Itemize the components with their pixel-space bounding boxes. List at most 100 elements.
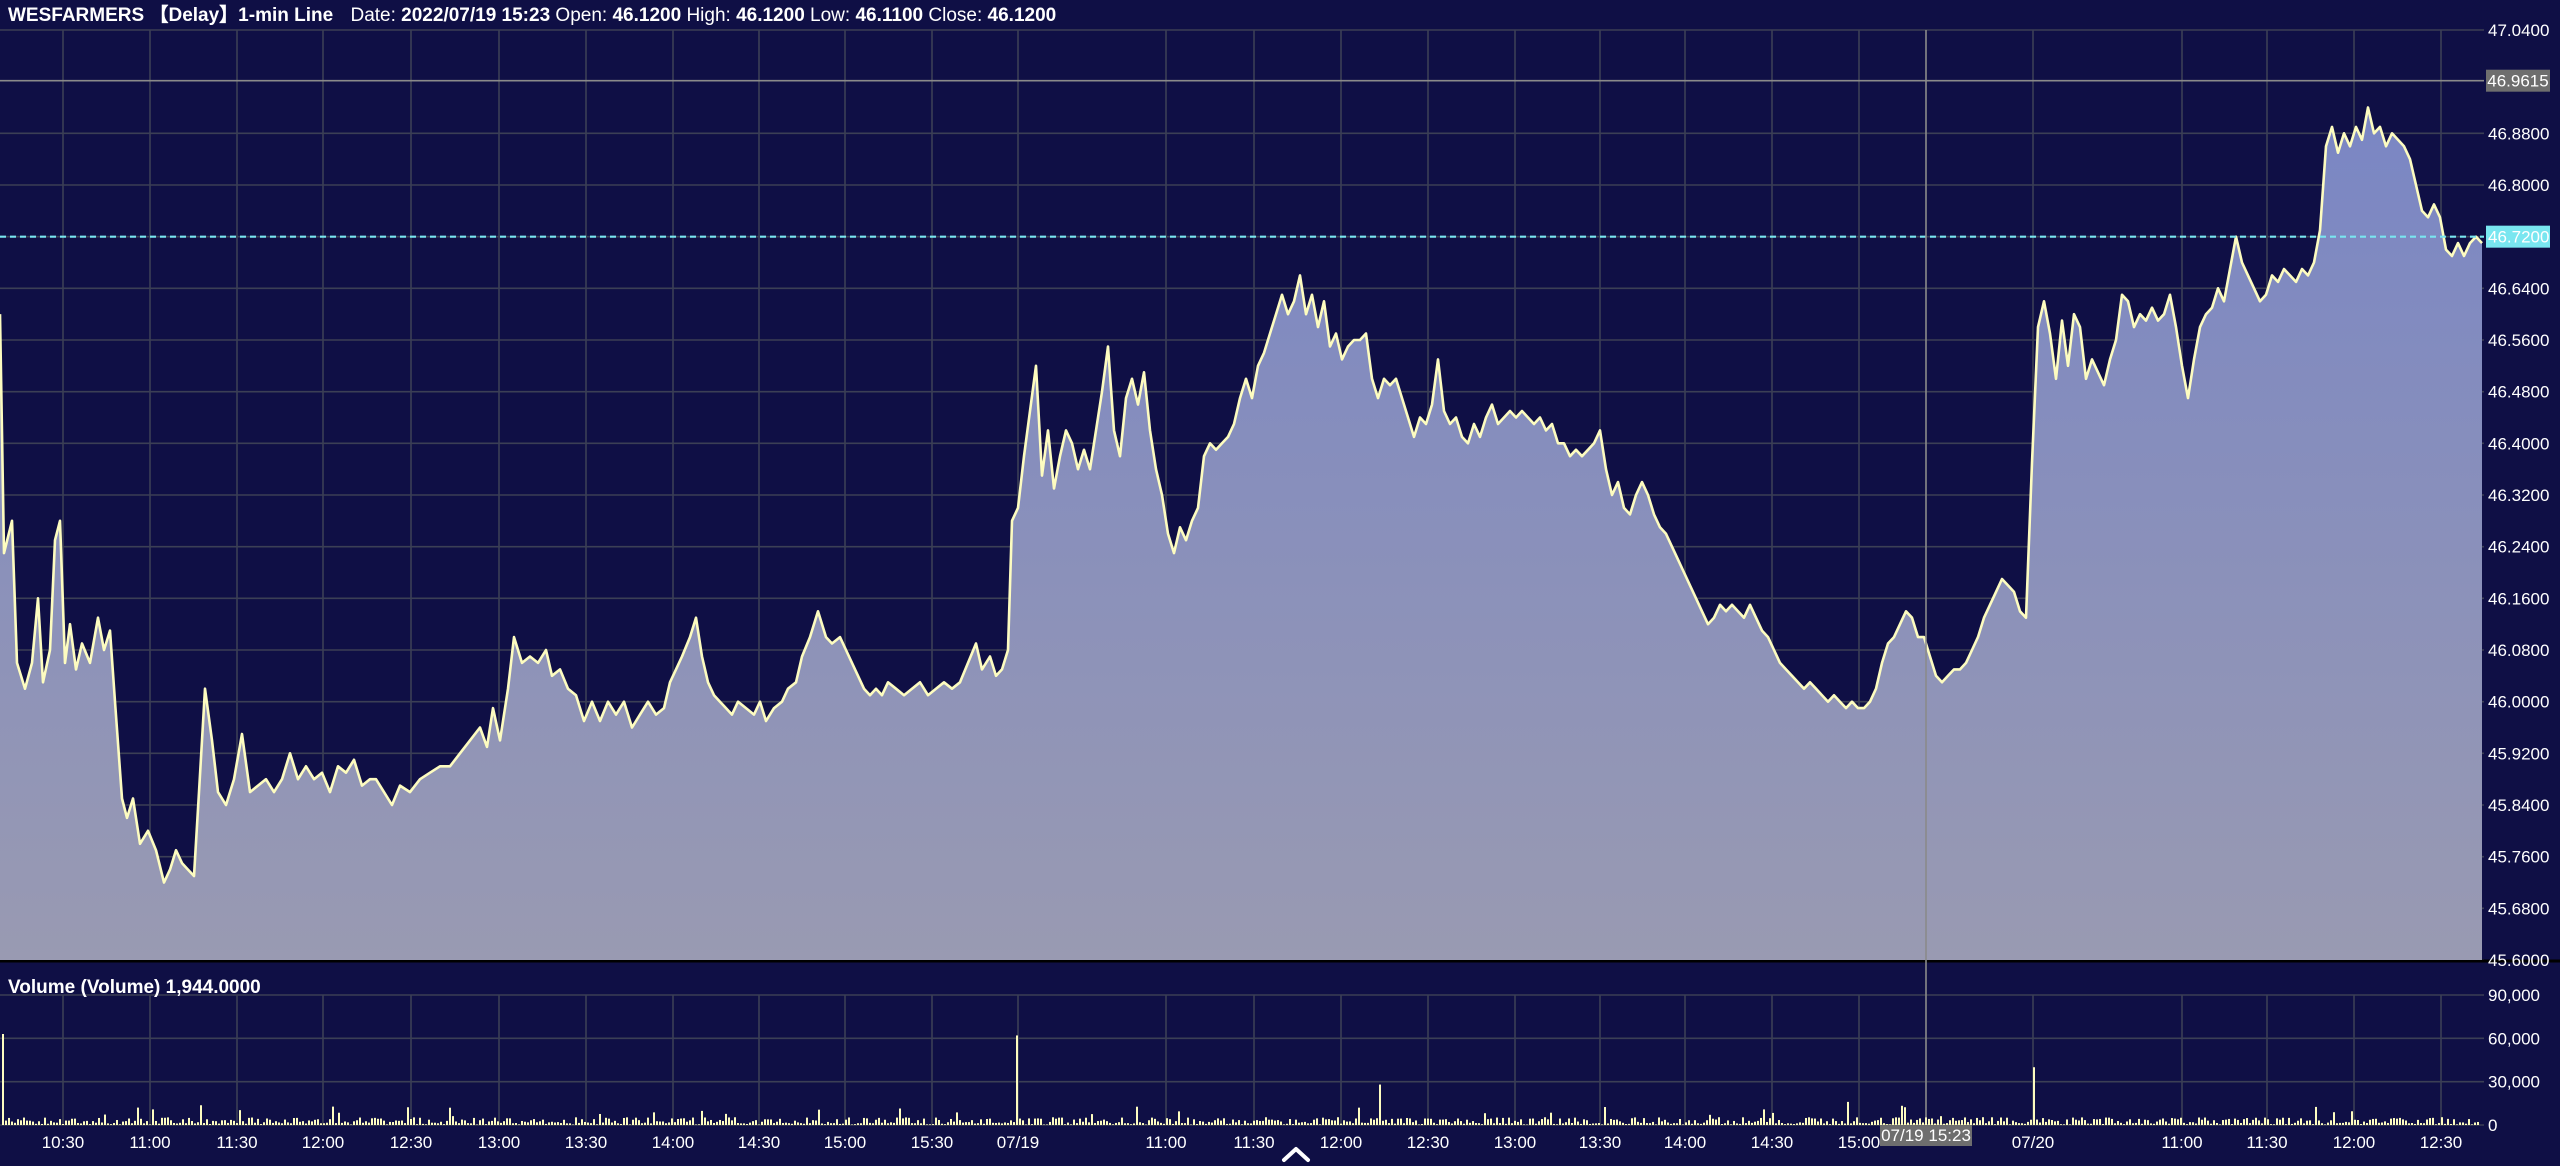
volume-bar <box>104 1114 106 1125</box>
volume-bar <box>2471 1124 2473 1125</box>
volume-bar <box>1520 1119 1522 1125</box>
volume-bar <box>1619 1121 1621 1125</box>
volume-bar <box>2198 1117 2200 1125</box>
volume-bar <box>2474 1122 2476 1125</box>
volume-bar <box>1139 1122 1141 1125</box>
volume-bar <box>1202 1121 1204 1125</box>
volume-bar <box>2366 1123 2368 1125</box>
volume-bar <box>713 1122 715 1125</box>
open-label: Open: <box>555 5 608 26</box>
volume-bar <box>731 1120 733 1125</box>
volume-bar <box>1700 1123 1702 1125</box>
volume-bar <box>926 1124 928 1125</box>
volume-bar <box>2387 1122 2389 1125</box>
volume-bar <box>1448 1122 1450 1125</box>
volume-bar <box>260 1124 262 1125</box>
volume-bar <box>1805 1117 1807 1125</box>
volume-bar <box>1181 1123 1183 1125</box>
time-tick-label: 10:30 <box>42 1133 85 1152</box>
volume-bar <box>722 1121 724 1125</box>
volume-bar <box>2042 1118 2044 1125</box>
volume-bar <box>2084 1120 2086 1125</box>
volume-bar <box>1679 1118 1681 1125</box>
volume-bar <box>2267 1119 2269 1125</box>
volume-bar <box>203 1123 205 1125</box>
volume-bar <box>755 1120 757 1125</box>
crosshair-price-label: 46.9615 <box>2487 72 2548 91</box>
volume-bar <box>1367 1122 1369 1125</box>
volume-bar <box>2246 1118 2248 1125</box>
volume-bar <box>155 1120 157 1125</box>
volume-bar <box>2108 1117 2110 1125</box>
volume-bar <box>533 1119 535 1125</box>
volume-bar <box>890 1122 892 1125</box>
volume-bar <box>1133 1123 1135 1125</box>
volume-bar <box>2081 1117 2083 1125</box>
volume-bar <box>2321 1123 2323 1125</box>
volume-bar <box>1193 1119 1195 1125</box>
volume-bar <box>1964 1117 1966 1125</box>
volume-bar <box>1724 1123 1726 1125</box>
volume-bar <box>23 1117 25 1125</box>
volume-bar <box>1751 1122 1753 1125</box>
volume-bar <box>800 1123 802 1125</box>
volume-bar <box>2186 1124 2188 1125</box>
volume-bar <box>2477 1121 2479 1125</box>
volume-bar <box>1478 1123 1480 1125</box>
volume-bar <box>716 1121 718 1125</box>
volume-bar <box>2390 1118 2392 1125</box>
volume-bar <box>869 1122 871 1125</box>
volume-bar <box>560 1123 562 1125</box>
volume-bar <box>683 1118 685 1125</box>
volume-bar <box>1067 1122 1069 1125</box>
volume-bar <box>623 1117 625 1125</box>
volume-bar <box>341 1122 343 1125</box>
volume-bar <box>392 1122 394 1125</box>
volume-bar <box>62 1124 64 1125</box>
volume-bar <box>1319 1124 1321 1125</box>
volume-bar <box>770 1119 772 1125</box>
volume-bar <box>1817 1121 1819 1125</box>
volume-bar <box>2405 1120 2407 1125</box>
volume-bar <box>398 1120 400 1125</box>
volume-bar <box>356 1120 358 1125</box>
volume-bar <box>125 1121 127 1125</box>
volume-bar <box>923 1118 925 1125</box>
volume-bar <box>188 1117 190 1125</box>
volume-bar <box>605 1117 607 1125</box>
volume-bar <box>1757 1120 1759 1125</box>
price-tick-label: 47.0400 <box>2488 21 2549 40</box>
chart-canvas[interactable]: 46.9615 07/19 15:23 47.0400 46.8800 46.8000… <box>0 0 2560 1166</box>
volume-bar <box>2099 1118 2101 1125</box>
volume-bar <box>1622 1122 1624 1125</box>
volume-bar <box>233 1120 235 1125</box>
volume-bar <box>1442 1119 1444 1125</box>
volume-title: Volume (Volume) <box>8 977 161 998</box>
volume-bar <box>47 1123 49 1125</box>
volume-bar <box>677 1118 679 1125</box>
volume-bar <box>1403 1123 1405 1125</box>
open-value: 46.1200 <box>612 5 682 26</box>
volume-bar <box>1073 1119 1075 1125</box>
volume-bar <box>1799 1122 1801 1125</box>
price-tick-label: 46.6400 <box>2488 279 2549 298</box>
volume-bar <box>2183 1122 2185 1125</box>
volume-bar <box>557 1122 559 1125</box>
volume-bar <box>2153 1123 2155 1125</box>
volume-bar <box>2063 1124 2065 1125</box>
volume-bar <box>74 1118 76 1125</box>
volume-bar <box>782 1123 784 1125</box>
volume-bar <box>821 1123 823 1125</box>
volume-bar <box>227 1122 229 1125</box>
volume-bar <box>272 1122 274 1125</box>
volume-bar <box>2303 1123 2305 1125</box>
volume-bar <box>2078 1120 2080 1125</box>
time-tick-label: 11:00 <box>2161 1133 2202 1152</box>
volume-bar <box>2429 1118 2431 1125</box>
chevron-up-icon[interactable] <box>1276 1140 1316 1166</box>
volume-bar <box>452 1116 454 1125</box>
volume-bar <box>1430 1118 1432 1125</box>
volume-bar <box>1385 1119 1387 1125</box>
volume-bar <box>2006 1117 2008 1125</box>
volume-bar <box>2312 1124 2314 1125</box>
